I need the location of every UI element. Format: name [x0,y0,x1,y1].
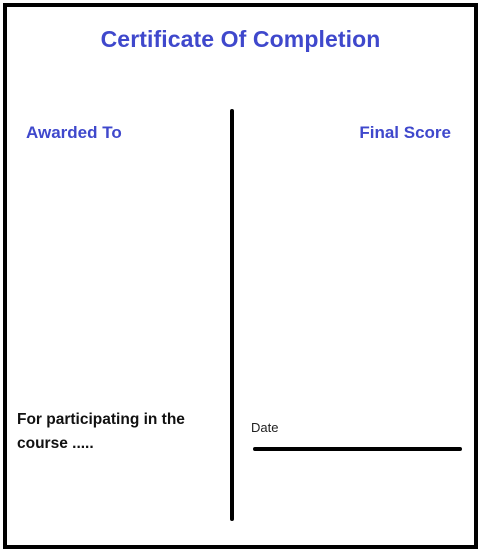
vertical-divider [230,109,234,521]
date-label: Date [251,420,279,435]
participation-text: For participating in the course ..... [17,411,185,452]
awarded-to-label: Awarded To [26,123,122,142]
final-score-label: Final Score [359,123,451,142]
certificate-title: Certificate Of Completion [100,26,381,52]
date-signature-line [253,447,462,451]
certificate-frame: Certificate Of Completion Awarded To Fin… [3,3,478,549]
